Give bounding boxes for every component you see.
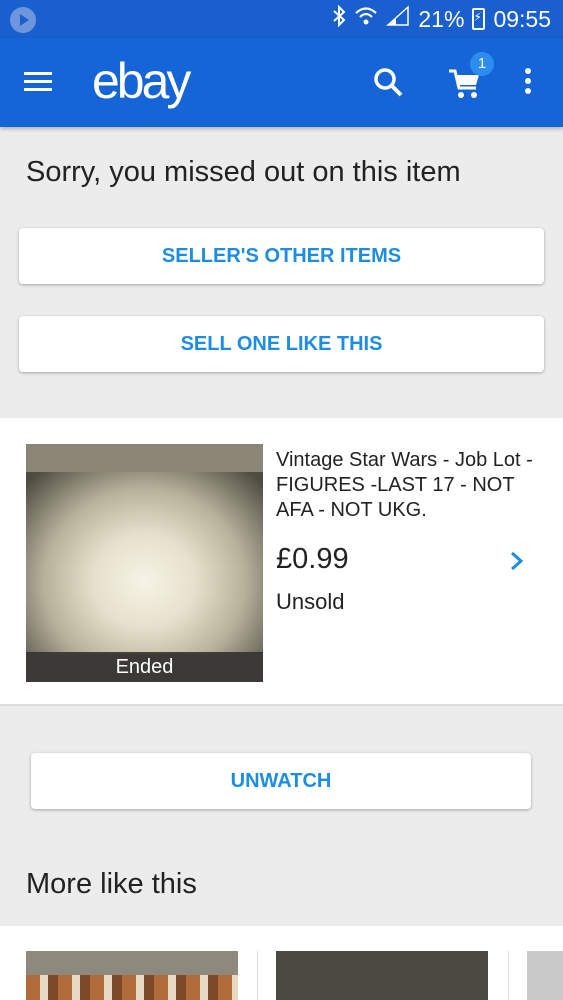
ebay-logo[interactable]: ebay bbox=[92, 52, 191, 110]
more-item-thumbnail[interactable] bbox=[276, 951, 488, 1000]
status-bar: 21% 09:55 bbox=[0, 0, 563, 38]
chevron-right-icon[interactable] bbox=[508, 550, 526, 572]
bluetooth-icon bbox=[332, 4, 346, 33]
app-bar: ebay 1 bbox=[0, 38, 563, 127]
divider bbox=[257, 951, 258, 1000]
item-thumbnail[interactable]: Ended bbox=[26, 444, 263, 682]
divider bbox=[508, 951, 509, 1000]
more-item-thumbnail[interactable] bbox=[26, 951, 238, 1000]
ended-label: Ended bbox=[26, 652, 263, 682]
item-status: Unsold bbox=[276, 589, 345, 614]
wifi-icon bbox=[354, 5, 378, 33]
signal-icon bbox=[386, 5, 410, 33]
cart-count-badge: 1 bbox=[470, 52, 494, 76]
search-icon[interactable] bbox=[372, 66, 404, 98]
battery-icon bbox=[472, 8, 486, 30]
battery-percentage: 21% bbox=[418, 5, 465, 32]
sell-one-like-this-button[interactable]: SELL ONE LIKE THIS bbox=[19, 316, 544, 372]
clock: 09:55 bbox=[493, 5, 551, 32]
unwatch-button[interactable]: UNWATCH bbox=[31, 753, 531, 809]
menu-icon[interactable] bbox=[24, 72, 52, 92]
sellers-other-items-button[interactable]: SELLER'S OTHER ITEMS bbox=[19, 228, 544, 284]
more-item-thumbnail[interactable] bbox=[527, 951, 563, 1000]
item-price: £0.99 bbox=[276, 543, 349, 575]
play-icon bbox=[10, 7, 36, 33]
overflow-menu-icon[interactable] bbox=[522, 68, 534, 98]
missed-out-title: Sorry, you missed out on this item bbox=[26, 156, 461, 188]
more-like-this-title: More like this bbox=[26, 868, 197, 900]
item-title[interactable]: Vintage Star Wars - Job Lot - FIGURES -L… bbox=[276, 448, 546, 523]
